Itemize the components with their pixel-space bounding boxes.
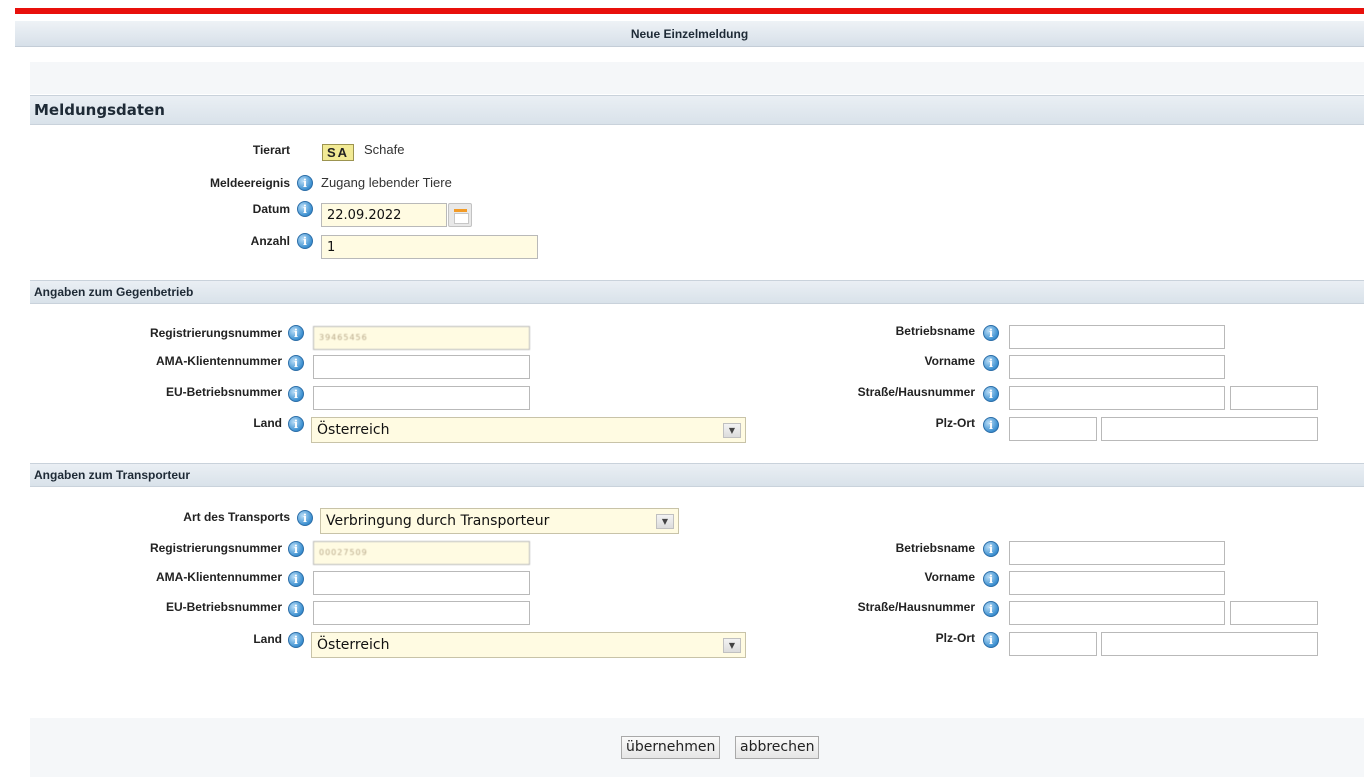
meldeereignis-info-icon[interactable] [297,175,313,191]
trans-eu-info-icon[interactable] [288,601,304,617]
section-transporteur-heading: Angaben zum Transporteur [30,463,1364,487]
gegen-strasse-info-icon[interactable] [983,386,999,402]
trans-strasse-input[interactable] [1009,601,1225,625]
gegen-ama-info-icon[interactable] [288,355,304,371]
cancel-button[interactable]: abbrechen [735,736,820,759]
trans-land-select[interactable]: Österreich ▼ [311,632,746,658]
trans-registrierungsnummer-label: Registrierungsnummer [149,541,282,555]
tierart-code-badge: SA [322,144,355,161]
gegen-land-label: Land [253,416,282,430]
trans-plzort-info-icon[interactable] [983,632,999,648]
trans-strasse-info-icon[interactable] [983,601,999,617]
gegen-betriebsname-input[interactable] [1009,325,1225,349]
chevron-down-icon[interactable]: ▼ [656,514,674,529]
trans-art-label: Art des Transports [183,510,290,524]
gegen-eu-label: EU-Betriebsnummer [165,385,282,399]
gegen-ort-input[interactable] [1101,417,1318,441]
trans-eu-label: EU-Betriebsnummer [165,600,282,614]
gegen-registrierungsnummer-info-icon[interactable] [288,325,304,341]
gegen-plz-input[interactable] [1009,417,1097,441]
trans-ama-info-icon[interactable] [288,571,304,587]
trans-registrierungsnummer-info-icon[interactable] [288,541,304,557]
trans-betriebsname-info-icon[interactable] [983,541,999,557]
tierart-name: Schafe [364,142,405,157]
gegen-vorname-label: Vorname [924,354,975,368]
gegen-vorname-input[interactable] [1009,355,1225,379]
gegen-strasse-input[interactable] [1009,386,1225,410]
meldeereignis-value: Zugang lebender Tiere [321,175,452,190]
trans-eu-input[interactable] [313,601,530,625]
section-meldungsdaten-heading: Meldungsdaten [30,95,1364,125]
anzahl-label: Anzahl [250,234,290,248]
trans-betriebsname-input[interactable] [1009,541,1225,565]
gegen-strasse-label: Straße/Hausnummer [857,385,975,399]
gegen-ama-label: AMA-Klientennummer [155,354,282,368]
gegen-ama-input[interactable] [313,355,530,379]
trans-art-select[interactable]: Verbringung durch Transporteur ▼ [320,508,679,534]
trans-registrierungsnummer-field[interactable]: 00027509 [313,541,530,565]
chevron-down-icon[interactable]: ▼ [723,423,741,438]
tierart-label: Tierart [252,143,290,157]
gegen-registrierungsnummer-field[interactable]: 39465456 [313,326,530,350]
section-gegenbetrieb-heading: Angaben zum Gegenbetrieb [30,280,1364,304]
top-accent-bar [15,8,1364,14]
datum-label: Datum [252,202,290,216]
gegen-vorname-info-icon[interactable] [983,355,999,371]
trans-ama-input[interactable] [313,571,530,595]
trans-hausnummer-input[interactable] [1230,601,1318,625]
trans-art-info-icon[interactable] [297,510,313,526]
meldeereignis-label: Meldeereignis [209,176,290,190]
trans-land-label: Land [253,632,282,646]
gegen-eu-info-icon[interactable] [288,386,304,402]
trans-vorname-info-icon[interactable] [983,571,999,587]
trans-plzort-label: Plz-Ort [935,631,975,645]
gegen-plzort-info-icon[interactable] [983,417,999,433]
submit-button[interactable]: übernehmen [621,736,721,759]
dialog-title: Neue Einzelmeldung [15,21,1364,47]
gegen-betriebsname-label: Betriebsname [895,324,975,338]
calendar-icon[interactable] [448,203,472,227]
anzahl-input[interactable] [321,235,538,259]
datum-input[interactable] [321,203,447,227]
spacer-band [30,62,1364,94]
gegen-betriebsname-info-icon[interactable] [983,325,999,341]
trans-ama-label: AMA-Klientennummer [155,570,282,584]
gegen-plzort-label: Plz-Ort [935,416,975,430]
gegen-hausnummer-input[interactable] [1230,386,1318,410]
chevron-down-icon[interactable]: ▼ [723,638,741,653]
trans-vorname-label: Vorname [924,570,975,584]
trans-art-value: Verbringung durch Transporteur [326,513,550,529]
trans-vorname-input[interactable] [1009,571,1225,595]
trans-land-info-icon[interactable] [288,632,304,648]
trans-betriebsname-label: Betriebsname [895,541,975,555]
trans-land-value: Österreich [317,637,390,653]
gegen-land-info-icon[interactable] [288,416,304,432]
gegen-land-select[interactable]: Österreich ▼ [311,417,746,443]
trans-plz-input[interactable] [1009,632,1097,656]
gegen-eu-input[interactable] [313,386,530,410]
datum-info-icon[interactable] [297,201,313,217]
anzahl-info-icon[interactable] [297,233,313,249]
trans-strasse-label: Straße/Hausnummer [857,600,975,614]
gegen-registrierungsnummer-label: Registrierungsnummer [149,326,282,340]
trans-ort-input[interactable] [1101,632,1318,656]
gegen-land-value: Österreich [317,422,390,438]
